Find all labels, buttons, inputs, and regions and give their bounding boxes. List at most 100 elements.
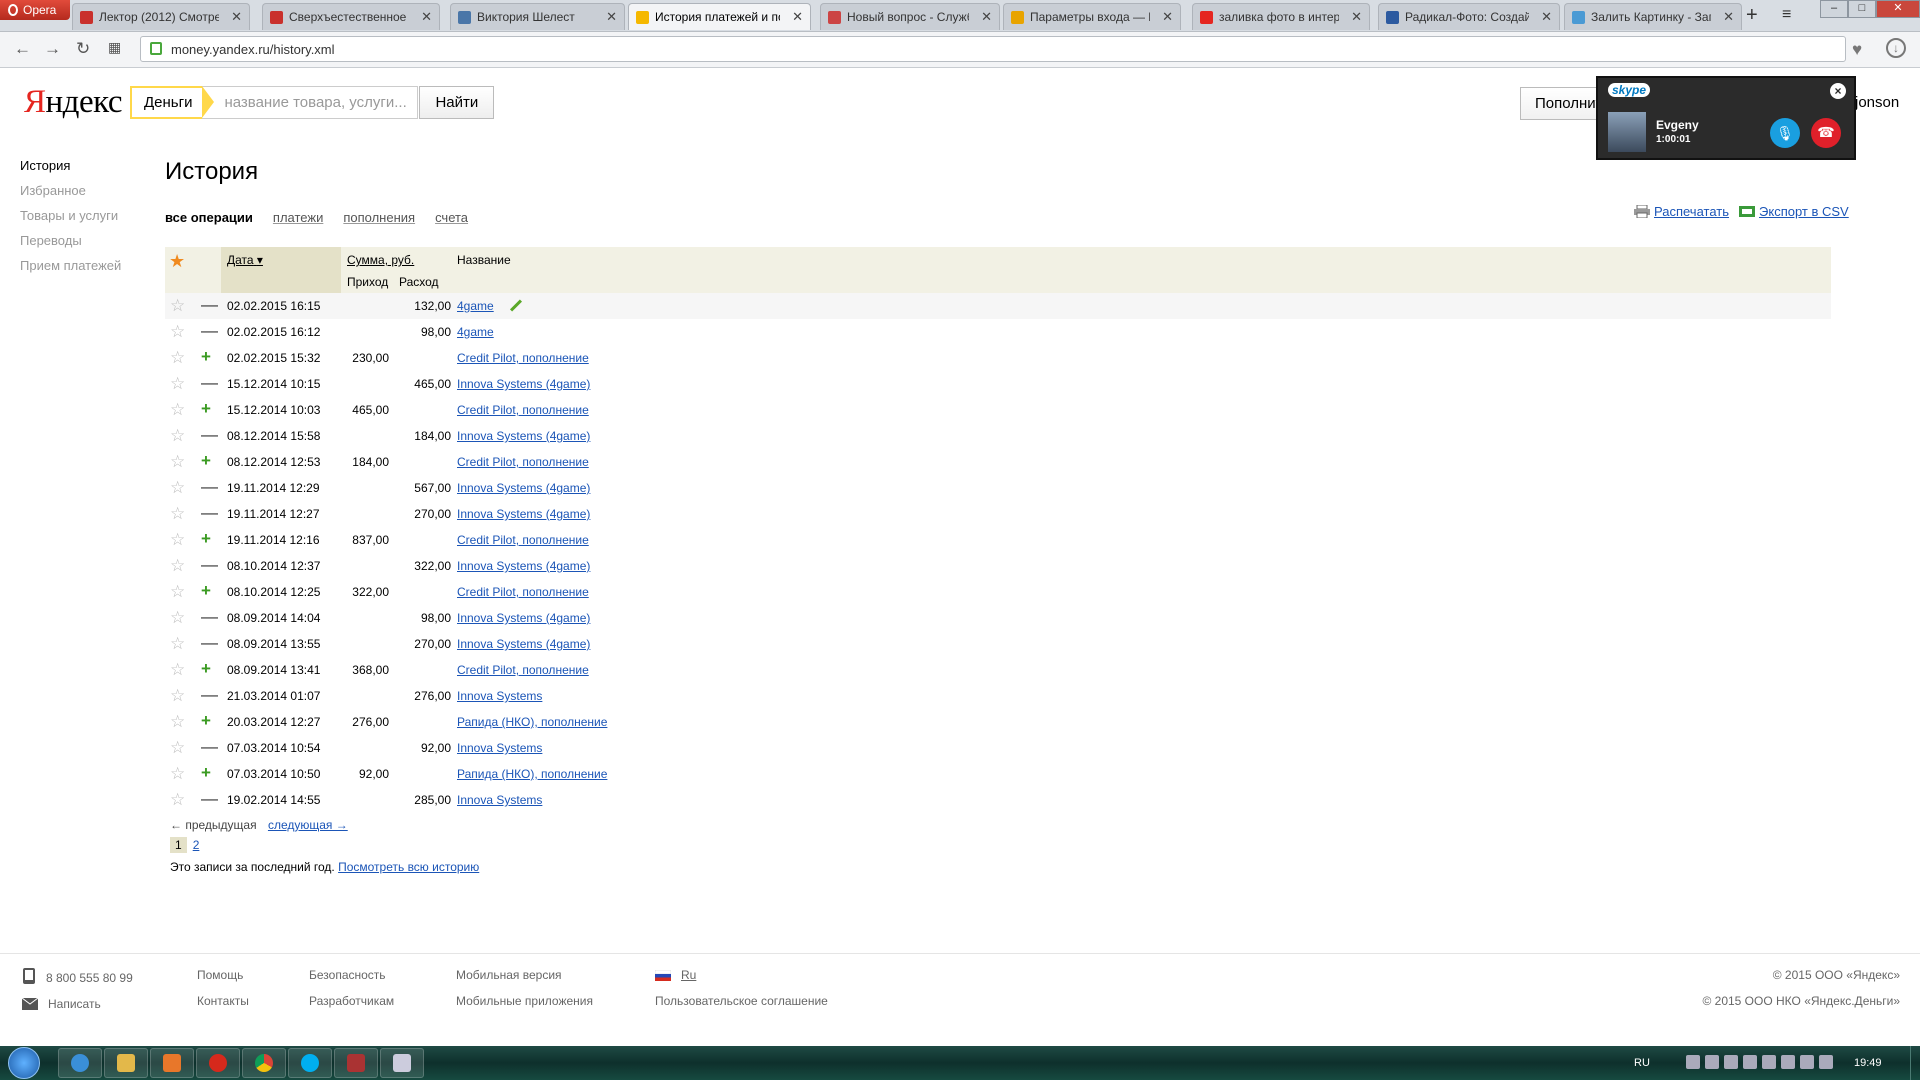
developers-link[interactable]: Разработчикам [309, 994, 394, 1008]
star-icon[interactable]: ☆ [170, 660, 185, 680]
browser-tab[interactable]: Лектор (2012) Смотреть ✕ [72, 3, 250, 30]
url-field[interactable]: money.yandex.ru/history.xml [140, 36, 1846, 62]
bookmark-heart-icon[interactable]: ♥ [1852, 40, 1862, 60]
edit-pencil-icon[interactable] [509, 299, 523, 312]
star-icon[interactable]: ☆ [170, 790, 185, 810]
volume-icon[interactable] [1819, 1055, 1833, 1069]
opera-menu-button[interactable]: Opera [0, 0, 70, 20]
star-icon[interactable]: ☆ [170, 452, 185, 472]
print-link[interactable]: Распечатать [1654, 204, 1729, 219]
input-language[interactable]: RU [1634, 1057, 1650, 1069]
row-name-link[interactable]: Innova Systems [457, 741, 542, 755]
browser-tab[interactable]: Параметры входа — На ✕ [1003, 3, 1181, 30]
export-csv-link[interactable]: Экспорт в CSV [1759, 204, 1849, 219]
row-name-link[interactable]: 4game [457, 325, 494, 339]
star-icon[interactable]: ☆ [170, 530, 185, 550]
mobile-apps-link[interactable]: Мобильные приложения [456, 994, 593, 1008]
row-name-link[interactable]: Innova Systems [457, 793, 542, 807]
network-icon[interactable] [1800, 1055, 1814, 1069]
browser-tab[interactable]: Новый вопрос - Служб ✕ [820, 3, 1000, 30]
next-page-link[interactable]: следующая → [268, 818, 348, 832]
user-agreement-link[interactable]: Пользовательское соглашение [655, 994, 828, 1008]
row-name-link[interactable]: Innova Systems (4game) [457, 611, 590, 625]
full-history-link[interactable]: Посмотреть всю историю [338, 860, 479, 874]
yandex-logo[interactable]: Яндекс [24, 84, 122, 121]
search-input[interactable]: название товара, услуги... [202, 86, 419, 119]
star-icon[interactable]: ☆ [170, 374, 185, 394]
browser-tab[interactable]: Виктория Шелест ✕ [450, 3, 625, 30]
row-name-link[interactable]: Innova Systems (4game) [457, 559, 590, 573]
tab-menu-icon[interactable]: ≡ [1782, 6, 1791, 24]
minimize-button[interactable]: – [1820, 0, 1848, 18]
filter-tab[interactable]: пополнения [343, 210, 415, 225]
maximize-button[interactable]: □ [1848, 0, 1876, 18]
row-name-link[interactable]: Credit Pilot, пополнение [457, 455, 589, 469]
star-icon[interactable]: ☆ [170, 556, 185, 576]
filter-tab[interactable]: счета [435, 210, 468, 225]
close-tab-icon[interactable]: ✕ [1541, 9, 1552, 25]
tray-icon-3[interactable] [1724, 1055, 1738, 1069]
taskbar-app[interactable] [334, 1048, 378, 1078]
sidebar-item[interactable]: Избранное [20, 183, 121, 198]
sort-by-sum[interactable]: Сумма, руб. [347, 253, 414, 267]
tray-icon-5[interactable] [1762, 1055, 1776, 1069]
star-icon[interactable]: ☆ [170, 608, 185, 628]
row-name-link[interactable]: Credit Pilot, пополнение [457, 403, 589, 417]
star-icon[interactable]: ☆ [170, 348, 185, 368]
star-icon[interactable]: ☆ [170, 296, 185, 316]
close-tab-icon[interactable]: ✕ [421, 9, 432, 25]
new-tab-button[interactable]: + [1746, 4, 1758, 27]
row-name-link[interactable]: Innova Systems (4game) [457, 481, 590, 495]
taskbar-window[interactable] [380, 1048, 424, 1078]
row-name-link[interactable]: Innova Systems (4game) [457, 637, 590, 651]
star-icon[interactable]: ☆ [170, 478, 185, 498]
favorite-star-icon[interactable]: ★ [169, 251, 185, 272]
filter-tab[interactable]: платежи [273, 210, 323, 225]
close-tab-icon[interactable]: ✕ [1723, 9, 1734, 25]
close-tab-icon[interactable]: ✕ [231, 9, 242, 25]
taskbar-chrome[interactable] [242, 1048, 286, 1078]
sidebar-item[interactable]: История [20, 158, 121, 173]
write-link[interactable]: Написать [48, 997, 101, 1011]
browser-tab[interactable]: История платежей и по ✕ [628, 3, 811, 30]
download-icon[interactable]: ↓ [1886, 38, 1906, 58]
star-icon[interactable]: ☆ [170, 582, 185, 602]
service-tab-money[interactable]: Деньги [130, 86, 215, 119]
browser-tab[interactable]: Сверхъестественное 10 ✕ [262, 3, 440, 30]
forward-icon[interactable]: → [44, 39, 61, 59]
close-tab-icon[interactable]: ✕ [1351, 9, 1362, 25]
close-icon[interactable]: × [1830, 83, 1846, 99]
star-icon[interactable]: ☆ [170, 504, 185, 524]
clock[interactable]: 19:49 [1854, 1057, 1882, 1069]
sidebar-item[interactable]: Переводы [20, 233, 121, 248]
language-link[interactable]: Ru [681, 968, 696, 982]
browser-tab[interactable]: заливка фото в интерне ✕ [1192, 3, 1370, 30]
taskbar-skype[interactable] [288, 1048, 332, 1078]
sidebar-item[interactable]: Прием платежей [20, 258, 121, 273]
star-icon[interactable]: ☆ [170, 426, 185, 446]
row-name-link[interactable]: Innova Systems [457, 689, 542, 703]
sidebar-item[interactable]: Товары и услуги [20, 208, 121, 223]
row-name-link[interactable]: Рапида (НКО), пополнение [457, 715, 607, 729]
row-name-link[interactable]: Credit Pilot, пополнение [457, 351, 589, 365]
star-icon[interactable]: ☆ [170, 764, 185, 784]
close-tab-icon[interactable]: ✕ [606, 9, 617, 25]
search-button[interactable]: Найти [419, 86, 495, 119]
row-name-link[interactable]: Credit Pilot, пополнение [457, 663, 589, 677]
security-link[interactable]: Безопасность [309, 968, 394, 982]
row-name-link[interactable]: Innova Systems (4game) [457, 507, 590, 521]
show-desktop-button[interactable] [1910, 1046, 1920, 1080]
mobile-version-link[interactable]: Мобильная версия [456, 968, 593, 982]
star-icon[interactable]: ☆ [170, 634, 185, 654]
reload-icon[interactable]: ↻ [76, 39, 90, 59]
star-icon[interactable]: ☆ [170, 322, 185, 342]
row-name-link[interactable]: Credit Pilot, пополнение [457, 585, 589, 599]
speed-dial-icon[interactable]: ▦ [108, 39, 121, 56]
microphone-icon[interactable]: 🎙 [1770, 118, 1800, 148]
tray-icon-6[interactable] [1781, 1055, 1795, 1069]
close-window-button[interactable]: ✕ [1876, 0, 1920, 18]
row-name-link[interactable]: Innova Systems (4game) [457, 377, 590, 391]
taskbar-opera[interactable] [196, 1048, 240, 1078]
tray-icon-1[interactable] [1686, 1055, 1700, 1069]
filter-tab[interactable]: все операции [165, 210, 253, 225]
